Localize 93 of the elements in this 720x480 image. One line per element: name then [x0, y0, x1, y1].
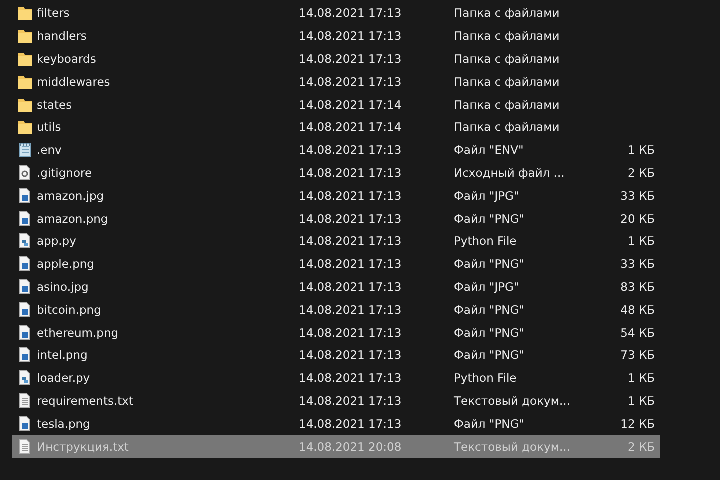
file-name[interactable]: asino.jpg — [37, 280, 89, 294]
file-type: Папка с файлами — [454, 6, 560, 20]
file-type: Файл "PNG" — [454, 326, 524, 340]
file-name[interactable]: amazon.png — [37, 212, 108, 226]
modified-date: 14.08.2021 17:13 — [299, 394, 402, 408]
file-name[interactable]: ethereum.png — [37, 326, 119, 340]
modified-date: 14.08.2021 17:13 — [299, 280, 402, 294]
file-size: 1 КБ — [628, 371, 655, 386]
modified-date: 14.08.2021 17:13 — [299, 29, 402, 44]
file-name[interactable]: amazon.jpg — [37, 188, 104, 203]
file-size: 48 КБ — [620, 302, 655, 317]
folder-icon — [16, 50, 32, 67]
file-size: 12 КБ — [620, 416, 655, 431]
file-size: 33 КБ — [620, 188, 655, 203]
image-file-icon — [16, 256, 32, 272]
file-name[interactable]: keyboards — [37, 52, 96, 66]
file-name[interactable]: .env — [37, 143, 62, 158]
text-file-icon — [16, 438, 32, 455]
modified-date: 14.08.2021 20:08 — [299, 440, 402, 454]
file-type: Файл "JPG" — [454, 188, 520, 203]
file-name[interactable]: middlewares — [37, 74, 110, 89]
file-type: Папка с файлами — [454, 120, 560, 134]
file-size: 73 КБ — [620, 348, 655, 362]
file-name[interactable]: intel.png — [37, 348, 88, 362]
file-type: Файл "ENV" — [454, 143, 524, 158]
image-file-icon — [16, 416, 32, 432]
file-name[interactable]: filters — [37, 6, 70, 20]
file-size: 20 КБ — [620, 212, 655, 226]
file-name[interactable]: .gitignore — [37, 166, 92, 180]
file-type: Python File — [454, 234, 517, 248]
file-size: 83 КБ — [620, 280, 655, 294]
file-size: 2 КБ — [628, 440, 655, 454]
file-size: 1 КБ — [628, 234, 655, 248]
file-size: 54 КБ — [620, 326, 655, 340]
file-type: Текстовый докум... — [454, 394, 570, 408]
file-name[interactable]: states — [37, 98, 72, 112]
file-type: Файл "PNG" — [454, 257, 524, 272]
image-file-icon — [16, 278, 32, 295]
file-type: Файл "PNG" — [454, 348, 524, 362]
folder-icon — [16, 28, 32, 44]
modified-date: 14.08.2021 17:13 — [299, 234, 402, 248]
modified-date: 14.08.2021 17:13 — [299, 188, 402, 203]
file-type: Файл "PNG" — [454, 416, 524, 431]
file-name[interactable]: app.py — [37, 234, 76, 248]
file-name[interactable]: tesla.png — [37, 416, 90, 431]
modified-date: 14.08.2021 17:13 — [299, 302, 402, 317]
image-file-icon — [16, 210, 32, 227]
text-file-icon — [16, 392, 32, 409]
image-file-icon — [16, 324, 32, 341]
file-name[interactable]: loader.py — [37, 371, 90, 386]
file-name[interactable]: handlers — [37, 29, 87, 44]
image-file-icon — [16, 347, 32, 364]
modified-date: 14.08.2021 17:13 — [299, 6, 402, 20]
modified-date: 14.08.2021 17:13 — [299, 74, 402, 89]
file-type: Исходный файл ... — [454, 166, 565, 180]
file-size: 33 КБ — [620, 257, 655, 272]
image-file-icon — [16, 188, 32, 204]
modified-date: 14.08.2021 17:13 — [299, 348, 402, 362]
file-size: 1 КБ — [628, 394, 655, 408]
file-type: Папка с файлами — [454, 98, 560, 112]
modified-date: 14.08.2021 17:13 — [299, 326, 402, 340]
file-type: Папка с файлами — [454, 52, 560, 66]
python-file-icon — [16, 233, 32, 250]
file-type: Папка с файлами — [454, 74, 560, 89]
gear-file-icon — [16, 164, 32, 181]
file-size: 1 КБ — [628, 143, 655, 158]
file-name[interactable]: requirements.txt — [37, 394, 134, 408]
file-type: Python File — [454, 371, 517, 386]
file-type: Файл "PNG" — [454, 212, 524, 226]
file-name[interactable]: bitcoin.png — [37, 302, 102, 317]
folder-icon — [16, 96, 32, 113]
file-name[interactable]: utils — [37, 120, 62, 134]
modified-date: 14.08.2021 17:13 — [299, 371, 402, 386]
folder-icon — [16, 74, 32, 90]
modified-date: 14.08.2021 17:13 — [299, 166, 402, 180]
image-file-icon — [16, 302, 32, 318]
folder-icon — [16, 5, 32, 22]
folder-icon — [16, 119, 32, 136]
modified-date: 14.08.2021 17:13 — [299, 416, 402, 431]
modified-date: 14.08.2021 17:13 — [299, 52, 402, 66]
modified-date: 14.08.2021 17:13 — [299, 257, 402, 272]
file-type: Файл "JPG" — [454, 280, 520, 294]
file-type: Файл "PNG" — [454, 302, 524, 317]
file-type: Папка с файлами — [454, 29, 560, 44]
modified-date: 14.08.2021 17:13 — [299, 212, 402, 226]
modified-date: 14.08.2021 17:13 — [299, 143, 402, 158]
modified-date: 14.08.2021 17:14 — [299, 120, 402, 134]
python-file-icon — [16, 370, 32, 386]
file-size: 2 КБ — [628, 166, 655, 180]
notepad-icon — [16, 142, 32, 158]
file-name[interactable]: apple.png — [37, 257, 94, 272]
modified-date: 14.08.2021 17:14 — [299, 98, 402, 112]
file-type: Текстовый докум... — [454, 440, 570, 454]
